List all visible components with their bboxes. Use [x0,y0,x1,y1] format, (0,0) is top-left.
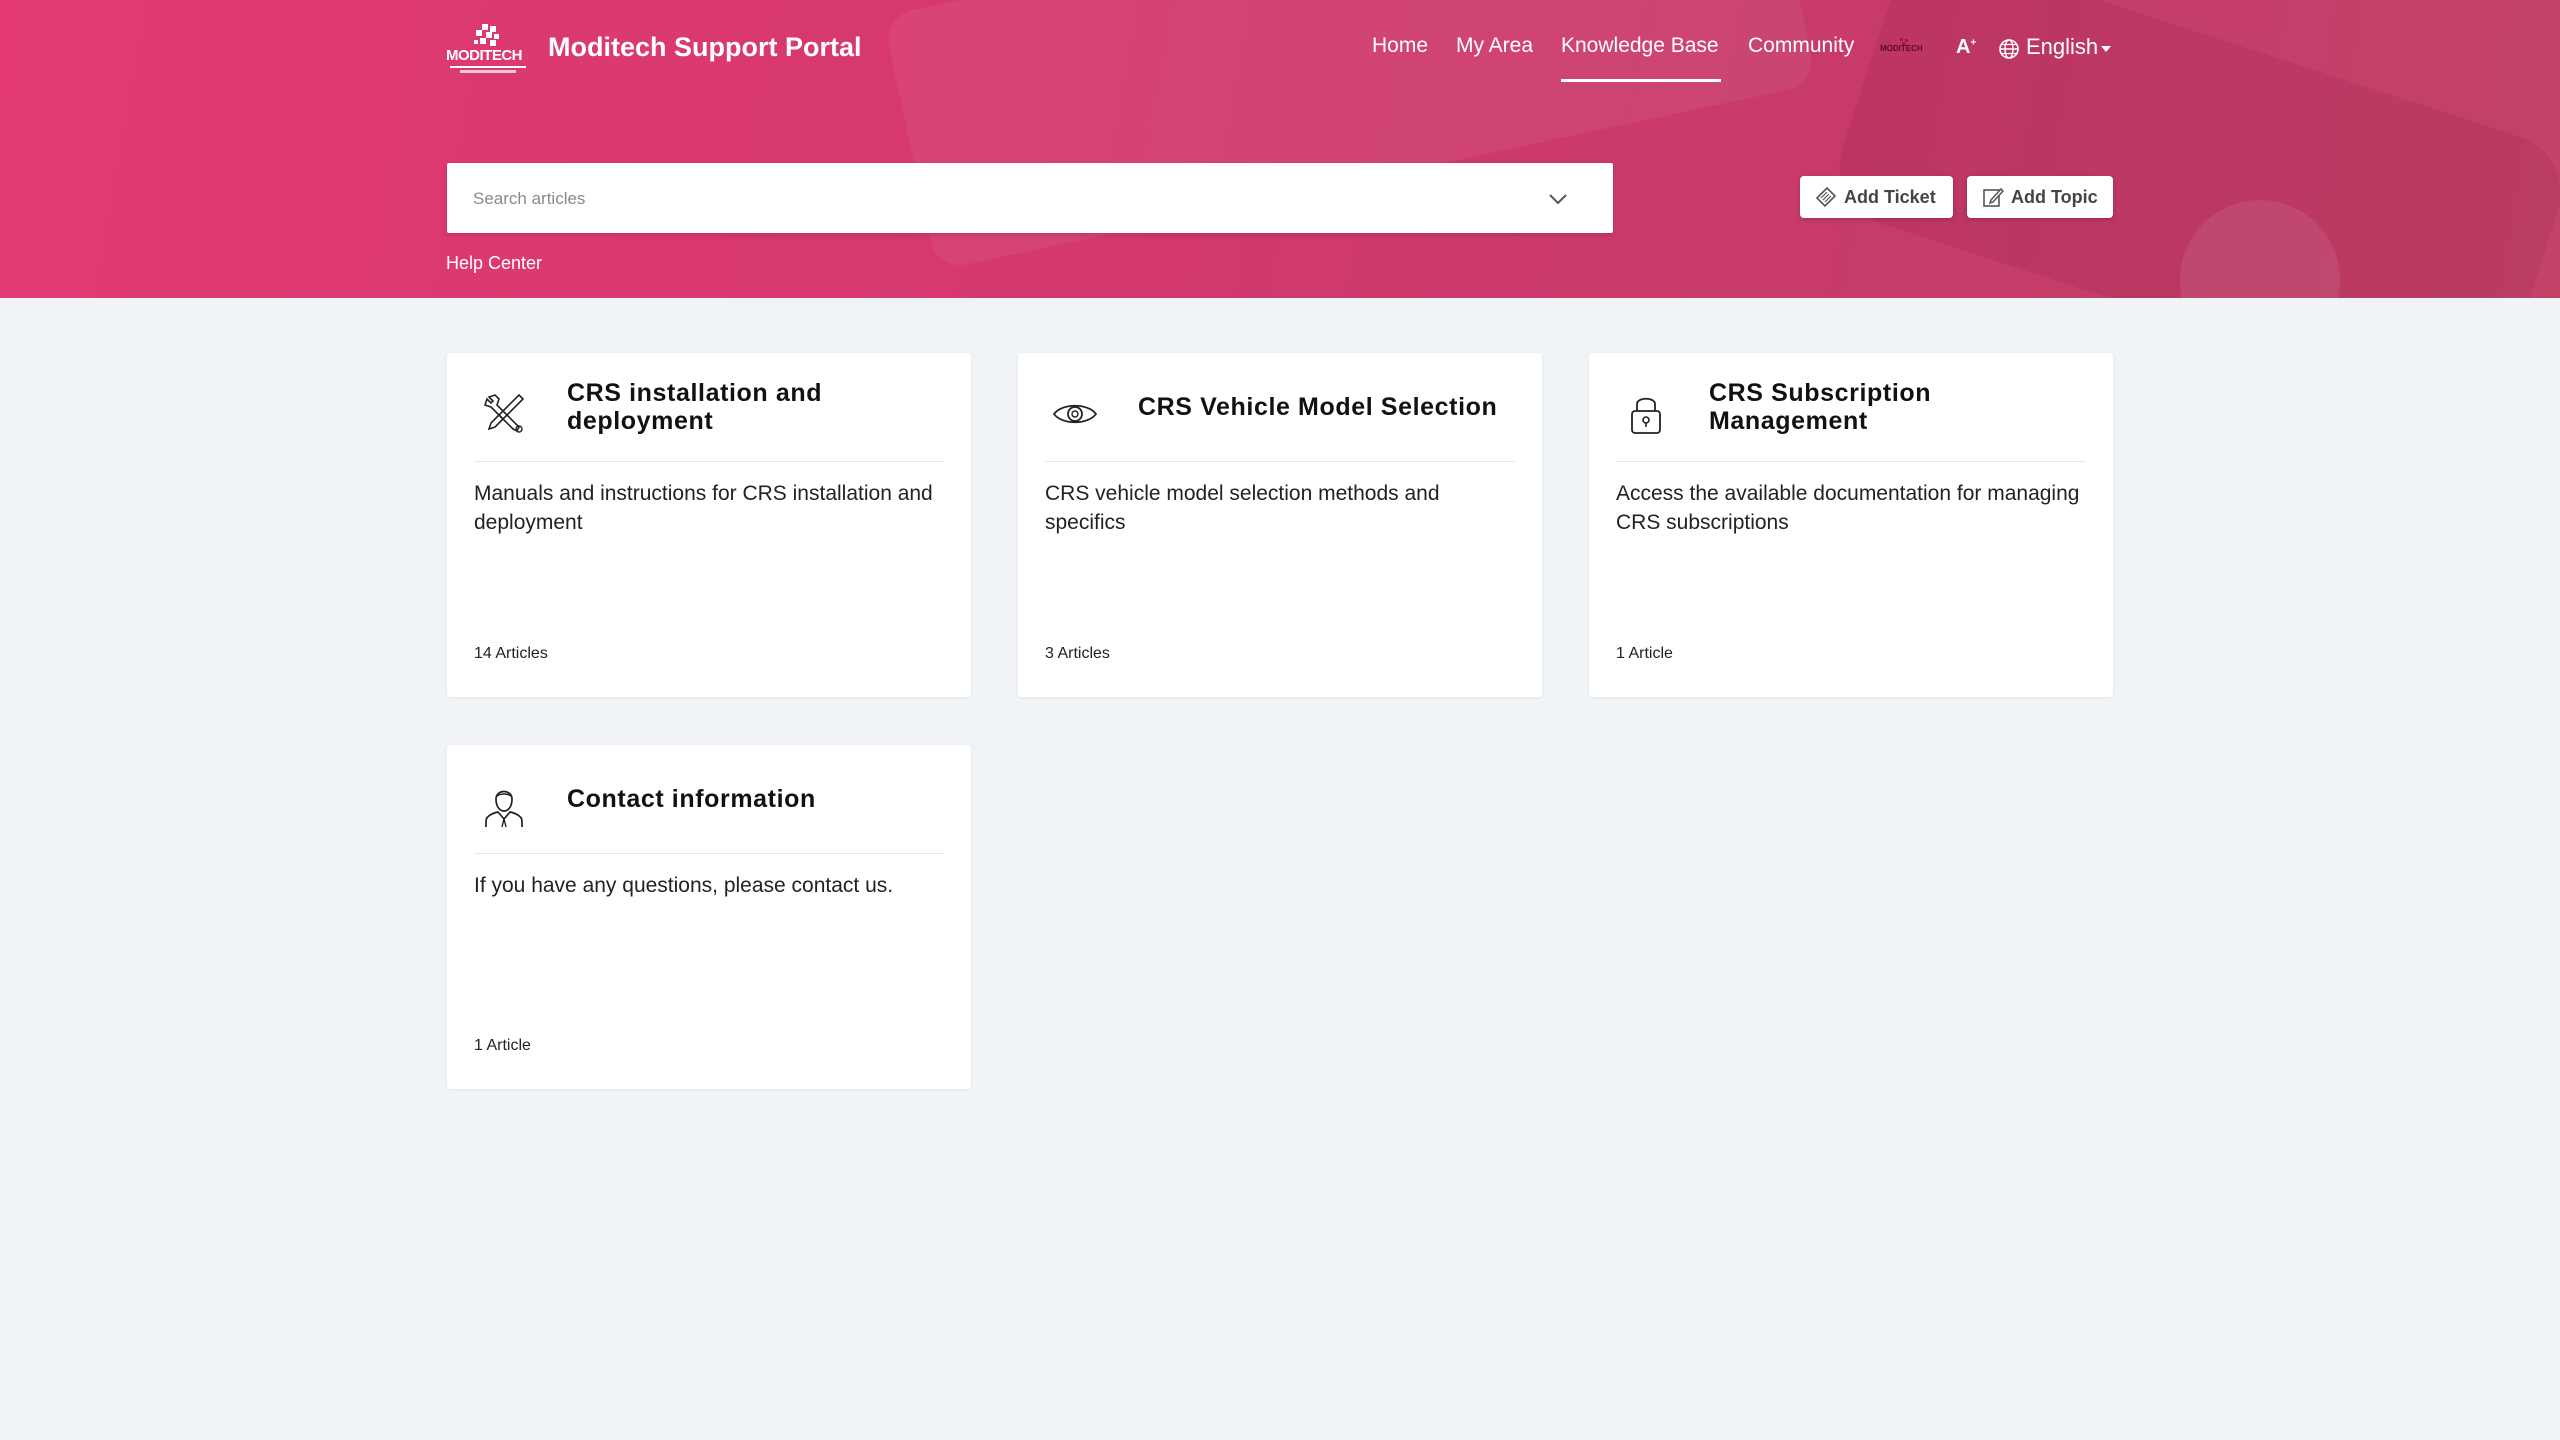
category-description: CRS vehicle model selection methods and … [1045,482,1440,534]
article-count: 3 Articles [1045,645,1110,662]
ticket-icon [1815,186,1837,208]
globe-icon[interactable] [1998,38,2020,60]
svg-text:MODITECH: MODITECH [446,47,522,64]
category-title[interactable]: CRS Vehicle Model Selection [1138,353,1518,461]
add-topic-button[interactable]: Add Topic [1967,176,2113,218]
search-bar[interactable] [447,163,1613,233]
article-count: 1 Article [1616,645,1673,662]
active-nav-indicator [1561,79,1721,82]
add-ticket-button[interactable]: Add Ticket [1800,176,1953,218]
search-input[interactable] [473,187,1473,211]
add-topic-label: Add Topic [2011,186,2098,207]
tools-icon [483,393,525,433]
header-banner [0,0,2560,298]
moditech-small-logo-icon[interactable]: MODITECH [1880,38,1930,56]
portal-title[interactable]: Moditech Support Portal [548,32,862,63]
nav-knowledge-base[interactable]: Knowledge Base [1561,34,1719,58]
category-description: Access the available documentation for m… [1616,482,2080,534]
nav-community[interactable]: Community [1748,34,1854,58]
divider [474,461,944,462]
moditech-logo-icon[interactable]: MODITECH [446,22,530,78]
article-count: 14 Articles [474,645,548,662]
breadcrumb[interactable]: Help Center [446,253,542,274]
divider [474,853,944,854]
divider [1616,461,2086,462]
person-icon [485,790,523,828]
language-selector[interactable]: English [2026,34,2098,60]
eye-icon [1052,404,1098,424]
font-size-label: A [1956,36,1971,58]
category-card[interactable]: CRS Subscription Management Access the a… [1589,353,2113,697]
category-card[interactable]: CRS installation and deployment Manuals … [447,353,971,697]
lock-icon [1631,397,1661,434]
category-title[interactable]: Contact information [567,745,947,853]
category-description: Manuals and instructions for CRS install… [474,482,933,534]
nav-my-area[interactable]: My Area [1456,34,1533,58]
chevron-down-icon[interactable] [2101,46,2111,52]
nav-home[interactable]: Home [1372,34,1428,58]
category-title[interactable]: CRS installation and deployment [567,353,947,461]
font-size-toggle[interactable]: A+ [1956,36,1976,59]
edit-icon [1983,187,2005,207]
category-description: If you have any questions, please contac… [474,874,894,897]
article-count: 1 Article [474,1037,531,1054]
svg-text:MODITECH: MODITECH [1880,44,1923,53]
category-card[interactable]: CRS Vehicle Model Selection CRS vehicle … [1018,353,1542,697]
chevron-down-icon[interactable] [1546,187,1570,211]
category-card[interactable]: Contact information If you have any ques… [447,745,971,1089]
category-title[interactable]: CRS Subscription Management [1709,353,2089,461]
add-ticket-label: Add Ticket [1844,186,1936,207]
divider [1045,461,1515,462]
